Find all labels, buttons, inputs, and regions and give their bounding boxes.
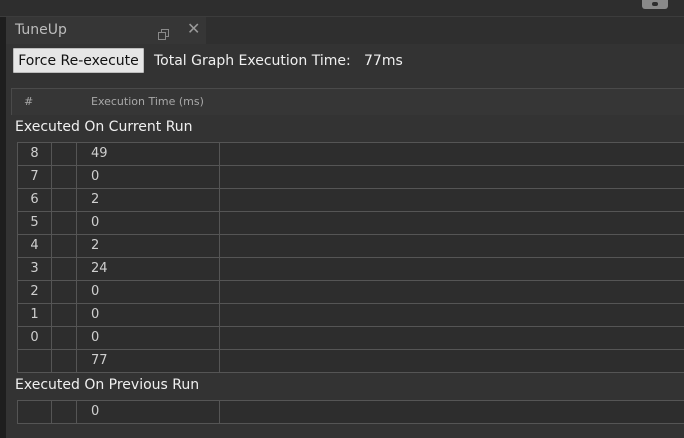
tab-title: TuneUp xyxy=(15,22,67,38)
camera-icon[interactable] xyxy=(642,0,668,9)
current-run-table: 8 49 7 0 6 2 5 0 4 2 3 24 2 0 1 0 0 0 77 xyxy=(17,142,684,373)
execution-time-cell: 24 xyxy=(77,258,220,280)
close-icon[interactable]: ✕ xyxy=(187,20,200,38)
empty-cell xyxy=(221,235,684,257)
spacer-cell xyxy=(52,235,77,257)
table-row[interactable]: 0 xyxy=(17,401,684,424)
node-number-cell: 1 xyxy=(18,304,52,326)
execution-time-cell: 2 xyxy=(77,235,220,257)
execution-time-cell: 77 xyxy=(77,350,220,372)
table-row[interactable]: 10 xyxy=(17,304,684,327)
spacer-cell xyxy=(52,258,77,280)
table-row[interactable]: 62 xyxy=(17,189,684,212)
node-number-cell: 6 xyxy=(18,189,52,211)
table-row[interactable]: 8 49 xyxy=(17,143,684,166)
table-header: # Execution Time (ms) xyxy=(11,88,684,115)
spacer-cell xyxy=(52,350,77,372)
column-header-execution-time[interactable]: Execution Time (ms) xyxy=(91,95,204,108)
column-header-number[interactable]: # xyxy=(24,95,33,108)
top-bar xyxy=(0,0,684,17)
empty-cell xyxy=(221,350,684,372)
empty-cell xyxy=(221,281,684,303)
spacer-cell xyxy=(52,281,77,303)
spacer-cell xyxy=(52,166,77,188)
spacer-cell xyxy=(52,401,77,423)
empty-cell xyxy=(221,258,684,280)
spacer-cell xyxy=(52,212,77,234)
node-number-cell: 0 xyxy=(18,327,52,349)
table-row[interactable]: 42 xyxy=(17,235,684,258)
empty-cell xyxy=(221,304,684,326)
table-row[interactable]: 70 xyxy=(17,166,684,189)
node-number-cell xyxy=(18,350,52,372)
execution-time-cell: 0 xyxy=(77,401,220,423)
table-row[interactable]: 00 xyxy=(17,327,684,350)
table-row[interactable]: 20 xyxy=(17,281,684,304)
empty-cell xyxy=(221,143,684,165)
node-number-cell: 7 xyxy=(18,166,52,188)
execution-time-cell: 0 xyxy=(77,304,220,326)
execution-time-cell: 0 xyxy=(77,281,220,303)
empty-cell xyxy=(221,327,684,349)
node-number-cell: 5 xyxy=(18,212,52,234)
table-row[interactable]: 3 24 xyxy=(17,258,684,281)
spacer-cell xyxy=(52,304,77,326)
execution-time-cell: 0 xyxy=(77,166,220,188)
spacer-cell xyxy=(52,327,77,349)
current-run-label: Executed On Current Run xyxy=(15,119,193,135)
spacer-cell xyxy=(52,143,77,165)
tab-bar: TuneUp ✕ xyxy=(6,17,684,44)
execution-time-cell: 0 xyxy=(77,212,220,234)
empty-cell xyxy=(221,189,684,211)
node-number-cell xyxy=(18,401,52,423)
empty-cell xyxy=(221,212,684,234)
tab-tuneup[interactable]: TuneUp ✕ xyxy=(6,17,206,44)
total-time-value: 77ms xyxy=(364,53,403,69)
previous-run-table: 0 xyxy=(17,400,684,424)
node-number-cell: 2 xyxy=(18,281,52,303)
force-re-execute-button[interactable]: Force Re-execute xyxy=(13,48,144,73)
undock-icon[interactable] xyxy=(158,25,169,40)
spacer-cell xyxy=(52,189,77,211)
table-row[interactable]: 77 xyxy=(17,350,684,373)
node-number-cell: 4 xyxy=(18,235,52,257)
table-row[interactable]: 50 xyxy=(17,212,684,235)
total-time-label: Total Graph Execution Time: xyxy=(154,53,351,69)
empty-cell xyxy=(221,401,684,423)
node-number-cell: 3 xyxy=(18,258,52,280)
tuneup-panel: TuneUp ✕ Force Re-execute Total Graph Ex… xyxy=(6,17,684,438)
execution-time-cell: 0 xyxy=(77,327,220,349)
node-number-cell: 8 xyxy=(18,143,52,165)
empty-cell xyxy=(221,166,684,188)
execution-time-cell: 49 xyxy=(77,143,220,165)
execution-time-cell: 2 xyxy=(77,189,220,211)
previous-run-label: Executed On Previous Run xyxy=(15,377,200,393)
